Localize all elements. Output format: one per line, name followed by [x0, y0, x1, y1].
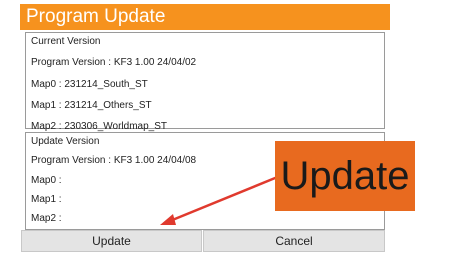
annotation-arrow-line — [164, 174, 281, 225]
annotation-arrow — [160, 174, 281, 225]
update-callout-box: Update — [275, 141, 415, 211]
annotation-arrow-head — [160, 214, 176, 225]
update-callout-label: Update — [280, 154, 410, 198]
